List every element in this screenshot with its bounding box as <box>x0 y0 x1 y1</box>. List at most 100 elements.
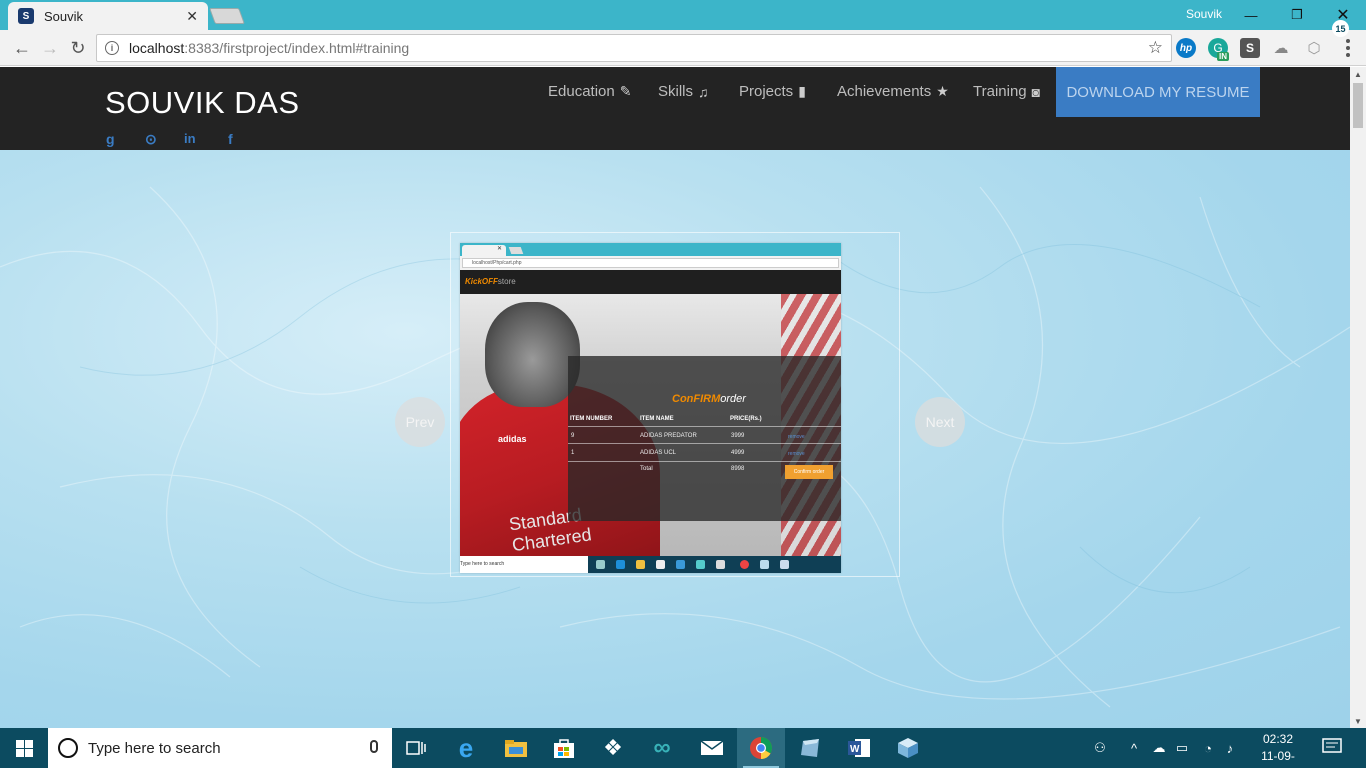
cloud-extension-icon[interactable]: ☁ <box>1271 38 1291 58</box>
word-icon[interactable]: W <box>835 728 883 768</box>
taskbar-clock[interactable]: 02:32 11-09-2018 <box>1248 731 1308 768</box>
slide-row2-action: remove <box>788 451 805 457</box>
forward-button[interactable]: → <box>38 36 62 60</box>
profile-name[interactable]: Souvik <box>1186 7 1222 21</box>
arduino-icon[interactable]: ∞ <box>638 728 686 768</box>
slide-taskbar-icon <box>780 560 789 569</box>
slide-col-item-number: ITEM NUMBER <box>570 416 613 422</box>
windows-taskbar: Type here to search e ❖ ∞ W ⚇ ^ ☁ ▭ ◔ ♪ … <box>0 728 1366 768</box>
nav-training[interactable]: Training ◙ <box>973 83 1040 100</box>
carousel-prev-button[interactable]: Prev <box>395 397 445 447</box>
slide-tab: ✕ <box>462 245 506 256</box>
slide-store-logo: KickOFFstore <box>465 277 516 286</box>
virtualbox-icon[interactable] <box>786 728 834 768</box>
clock-time: 02:32 <box>1262 732 1294 746</box>
action-center-icon[interactable] <box>1322 738 1344 758</box>
slide-taskbar: Type here to search <box>460 556 841 573</box>
slide-newtab <box>508 247 524 254</box>
hp-extension-icon[interactable]: hp <box>1176 38 1196 58</box>
battery-icon[interactable]: ▭ <box>1172 728 1192 768</box>
scroll-up-arrow-icon[interactable]: ▲ <box>1350 67 1366 81</box>
slide-taskbar-icon <box>760 560 769 569</box>
start-button[interactable] <box>0 728 48 768</box>
nav-skills[interactable]: Skills ♫ <box>658 83 709 100</box>
restore-button[interactable]: ❐ <box>1274 0 1320 30</box>
nav-skills-label: Skills <box>658 83 694 100</box>
bookmark-star-icon[interactable]: ☆ <box>1148 38 1163 58</box>
page-scrollbar[interactable]: ▲ ▼ <box>1350 67 1366 728</box>
google-plus-icon[interactable]: g <box>106 131 115 147</box>
slide-row2-name: ADIDAS UCL <box>640 450 677 456</box>
nav-projects[interactable]: Projects ▮ <box>739 83 806 100</box>
slide-toolbar: localhost/Php/cart.php <box>460 256 841 270</box>
cortana-icon <box>58 738 78 758</box>
nav-projects-label: Projects <box>739 83 794 100</box>
clock-date: 11-09-2018 <box>1261 749 1295 768</box>
wifi-icon[interactable]: ◔ <box>1196 728 1220 768</box>
people-icon[interactable]: ⚇ <box>1088 728 1112 768</box>
slide-row2-number: 1 <box>571 450 575 456</box>
chrome-icon[interactable] <box>737 728 785 768</box>
info-icon[interactable]: i <box>105 41 119 55</box>
store-icon[interactable] <box>540 728 588 768</box>
nav-training-label: Training <box>973 83 1027 100</box>
mail-icon[interactable] <box>688 728 736 768</box>
new-tab-button[interactable] <box>209 8 245 24</box>
back-button[interactable]: ← <box>10 36 34 60</box>
slide-total-value: 8998 <box>731 466 745 472</box>
taskbar-search-placeholder: Type here to search <box>88 739 221 757</box>
browser-titlebar: S Souvik ✕ Souvik — ❐ ✕ <box>0 0 1366 30</box>
scroll-down-arrow-icon[interactable]: ▼ <box>1350 714 1366 728</box>
task-view-button[interactable] <box>392 728 440 768</box>
nav-achievements[interactable]: Achievements ★ <box>837 83 949 100</box>
carousel-next-button[interactable]: Next <box>915 397 965 447</box>
slide-taskbar-icon <box>596 560 605 569</box>
3d-box-icon[interactable] <box>884 728 932 768</box>
slide-taskbar-icon <box>740 560 749 569</box>
scroll-thumb[interactable] <box>1353 83 1363 128</box>
slide-row1-price: 3999 <box>731 433 745 439</box>
taskbar-search-box[interactable]: Type here to search <box>48 728 392 768</box>
nav-achievements-label: Achievements <box>837 83 932 100</box>
slide-taskbar-icon <box>676 560 685 569</box>
svg-text:W: W <box>850 744 860 755</box>
facebook-icon[interactable]: f <box>228 131 233 147</box>
nav-education[interactable]: Education ✎ <box>548 83 631 100</box>
onedrive-icon[interactable]: ☁ <box>1148 728 1170 768</box>
pencil-icon: ✎ <box>619 83 632 99</box>
slide-row1-name: ADIDAS PREDATOR <box>640 433 697 439</box>
windows-logo-icon <box>15 739 33 757</box>
notification-count-badge: 15 <box>1332 20 1349 37</box>
linkedin-icon[interactable]: in <box>184 131 196 146</box>
tab-close-icon[interactable]: ✕ <box>186 8 198 25</box>
slide-confirm-title: ConFIRMorder <box>672 393 746 405</box>
brand-name[interactable]: SOUVIK DAS <box>105 85 300 121</box>
volume-icon[interactable]: ♪ <box>1220 728 1240 768</box>
slide-row2-price: 4999 <box>731 450 745 456</box>
address-bar[interactable]: i localhost:8383/firstproject/index.html… <box>96 34 1172 62</box>
page-content: SOUVIK DAS g ⊙ in f Education ✎ Skills ♫… <box>0 67 1350 728</box>
download-resume-button[interactable]: DOWNLOAD MY RESUME <box>1056 67 1260 117</box>
s-extension-icon[interactable]: S <box>1240 38 1260 58</box>
music-icon: ♫ <box>698 83 709 100</box>
dropbox-icon[interactable]: ❖ <box>589 728 637 768</box>
slide-store-nav: KickOFFstore <box>460 270 841 294</box>
browser-toolbar: ← → ↻ i localhost:8383/firstproject/inde… <box>0 30 1366 66</box>
slide-col-item-name: ITEM NAME <box>640 416 674 422</box>
site-favicon-icon: S <box>18 8 34 24</box>
github-icon[interactable]: ⊙ <box>145 131 157 148</box>
browser-menu-icon[interactable] <box>1338 38 1358 58</box>
browser-tab[interactable]: S Souvik ✕ <box>8 2 208 30</box>
microphone-icon[interactable] <box>370 740 378 753</box>
hexagon-extension-icon[interactable]: ⬡ <box>1304 38 1324 58</box>
edge-icon[interactable]: e <box>442 728 490 768</box>
slide-total-label: Total <box>640 466 653 472</box>
file-explorer-icon[interactable] <box>492 728 540 768</box>
show-hidden-icons[interactable]: ^ <box>1126 728 1142 768</box>
minimize-button[interactable]: — <box>1228 0 1274 30</box>
slide-url: localhost/Php/cart.php <box>462 258 839 268</box>
reload-button[interactable]: ↻ <box>66 36 90 60</box>
slide-player-head <box>485 302 580 407</box>
slide-taskbar-icon <box>656 560 665 569</box>
tab-title: Souvik <box>44 8 84 24</box>
